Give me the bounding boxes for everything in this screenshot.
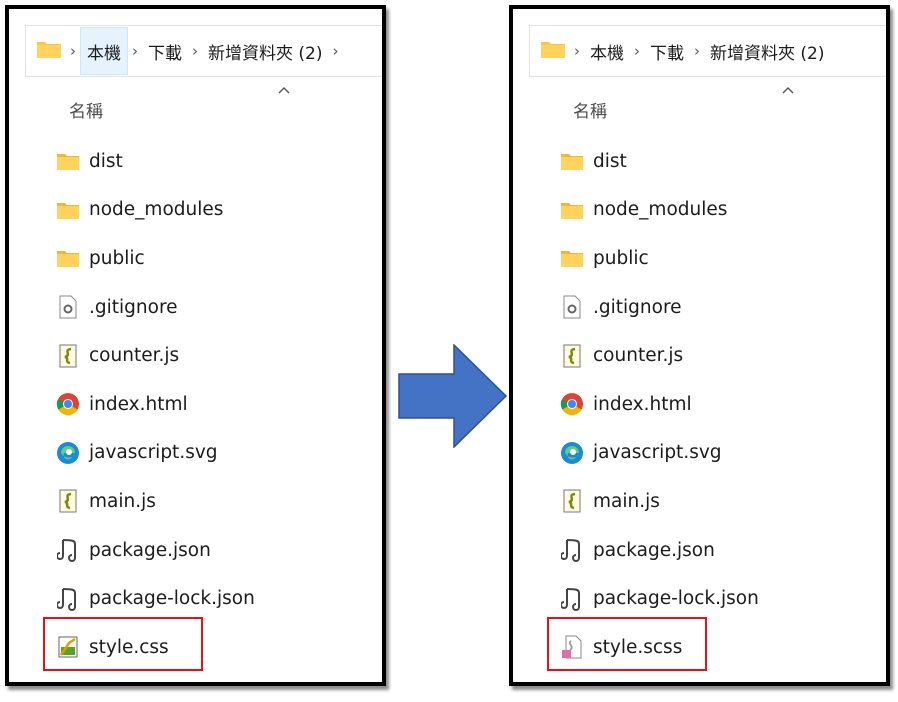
chrome-icon <box>55 392 81 416</box>
file-row[interactable]: .gitignore <box>55 283 382 332</box>
address-bar[interactable]: › 本機 › 下載 › 新增資料夾 (2) › <box>25 25 382 77</box>
file-row[interactable]: public <box>559 234 886 283</box>
json-file-icon <box>559 538 585 563</box>
file-name: public <box>89 247 145 269</box>
file-name: dist <box>89 150 123 172</box>
file-name: public <box>593 247 649 269</box>
script-file-icon <box>559 489 585 513</box>
file-row[interactable]: index.html <box>559 380 886 429</box>
file-name: package-lock.json <box>593 588 759 610</box>
file-name: package.json <box>593 539 715 561</box>
chevron-right-icon: › <box>70 42 76 60</box>
settings-file-icon <box>55 295 81 319</box>
folder-icon <box>540 39 566 64</box>
chevron-right-icon[interactable]: › <box>128 42 142 60</box>
breadcrumb-item[interactable]: 本機 <box>584 27 630 75</box>
file-name: index.html <box>89 393 188 415</box>
folder-icon <box>55 246 81 270</box>
breadcrumb-item[interactable]: 新增資料夾 (2) <box>202 27 328 75</box>
file-name: style.scss <box>593 636 683 658</box>
json-file-icon <box>559 587 585 611</box>
file-name: node_modules <box>593 199 728 221</box>
file-row[interactable]: counter.js <box>559 331 886 380</box>
explorer-window-before: › 本機 › 下載 › 新增資料夾 (2) › 名稱 dist node_mod… <box>5 5 386 686</box>
chevron-right-icon[interactable]: › <box>328 42 342 60</box>
folder-icon <box>55 149 81 173</box>
file-row[interactable]: package.json <box>559 526 886 575</box>
folder-icon <box>36 39 62 64</box>
arrow-right-icon <box>398 344 508 448</box>
folder-icon <box>559 246 585 270</box>
json-file-icon <box>55 587 81 611</box>
file-row[interactable]: javascript.svg <box>559 429 886 478</box>
file-name: counter.js <box>593 345 684 367</box>
file-name: dist <box>593 150 627 172</box>
file-name: main.js <box>593 490 660 512</box>
file-name: style.css <box>89 636 169 658</box>
chevron-right-icon[interactable]: › <box>690 42 704 60</box>
file-row[interactable]: dist <box>559 137 886 186</box>
file-row[interactable]: node_modules <box>55 186 382 235</box>
file-row[interactable]: style.css <box>55 623 382 672</box>
file-name: counter.js <box>89 345 180 367</box>
breadcrumb-item[interactable]: 新增資料夾 (2) <box>704 27 830 75</box>
sort-ascending-icon[interactable] <box>781 83 795 97</box>
edge-icon <box>559 441 585 465</box>
file-row[interactable]: javascript.svg <box>55 429 382 478</box>
file-list: dist node_modules public .gitignore coun… <box>559 137 886 672</box>
file-name: index.html <box>593 393 692 415</box>
address-bar[interactable]: › 本機 › 下載 › 新增資料夾 (2) <box>529 25 886 77</box>
file-name: javascript.svg <box>593 442 722 464</box>
edge-icon <box>55 441 81 465</box>
scss-file-icon <box>559 635 585 659</box>
file-row[interactable]: package.json <box>55 526 382 575</box>
breadcrumb-item[interactable]: 下載 <box>644 27 690 75</box>
folder-icon <box>559 198 585 222</box>
json-file-icon <box>55 538 81 563</box>
file-name: node_modules <box>89 199 224 221</box>
file-name: .gitignore <box>89 296 178 318</box>
file-row[interactable]: index.html <box>55 380 382 429</box>
file-row[interactable]: main.js <box>559 477 886 526</box>
file-name: package.json <box>89 539 211 561</box>
file-name: main.js <box>89 490 156 512</box>
file-row[interactable]: style.scss <box>559 623 886 672</box>
file-row[interactable]: node_modules <box>559 186 886 235</box>
column-header-name[interactable]: 名稱 <box>573 97 607 122</box>
column-header-name[interactable]: 名稱 <box>69 97 103 122</box>
file-name: javascript.svg <box>89 442 218 464</box>
file-row[interactable]: counter.js <box>55 331 382 380</box>
file-row[interactable]: main.js <box>55 477 382 526</box>
folder-icon <box>559 149 585 173</box>
script-file-icon <box>559 344 585 368</box>
chevron-right-icon: › <box>574 42 580 60</box>
file-row[interactable]: package-lock.json <box>55 574 382 623</box>
file-list: dist node_modules public .gitignore coun… <box>55 137 382 672</box>
chevron-right-icon[interactable]: › <box>630 42 644 60</box>
file-name: .gitignore <box>593 296 682 318</box>
file-row[interactable]: .gitignore <box>559 283 886 332</box>
breadcrumb-item[interactable]: 本機 <box>80 27 128 75</box>
explorer-window-after: › 本機 › 下載 › 新增資料夾 (2) 名稱 dist node_modul… <box>509 5 890 686</box>
folder-icon <box>55 198 81 222</box>
script-file-icon <box>55 489 81 513</box>
file-row[interactable]: public <box>55 234 382 283</box>
sort-ascending-icon[interactable] <box>277 83 291 97</box>
file-row[interactable]: package-lock.json <box>559 574 886 623</box>
settings-file-icon <box>559 295 585 319</box>
breadcrumb-item[interactable]: 下載 <box>142 27 188 75</box>
file-name: package-lock.json <box>89 588 255 610</box>
file-row[interactable]: dist <box>55 137 382 186</box>
chevron-right-icon[interactable]: › <box>188 42 202 60</box>
script-file-icon <box>55 344 81 368</box>
css-file-icon <box>55 635 81 659</box>
chrome-icon <box>559 392 585 416</box>
